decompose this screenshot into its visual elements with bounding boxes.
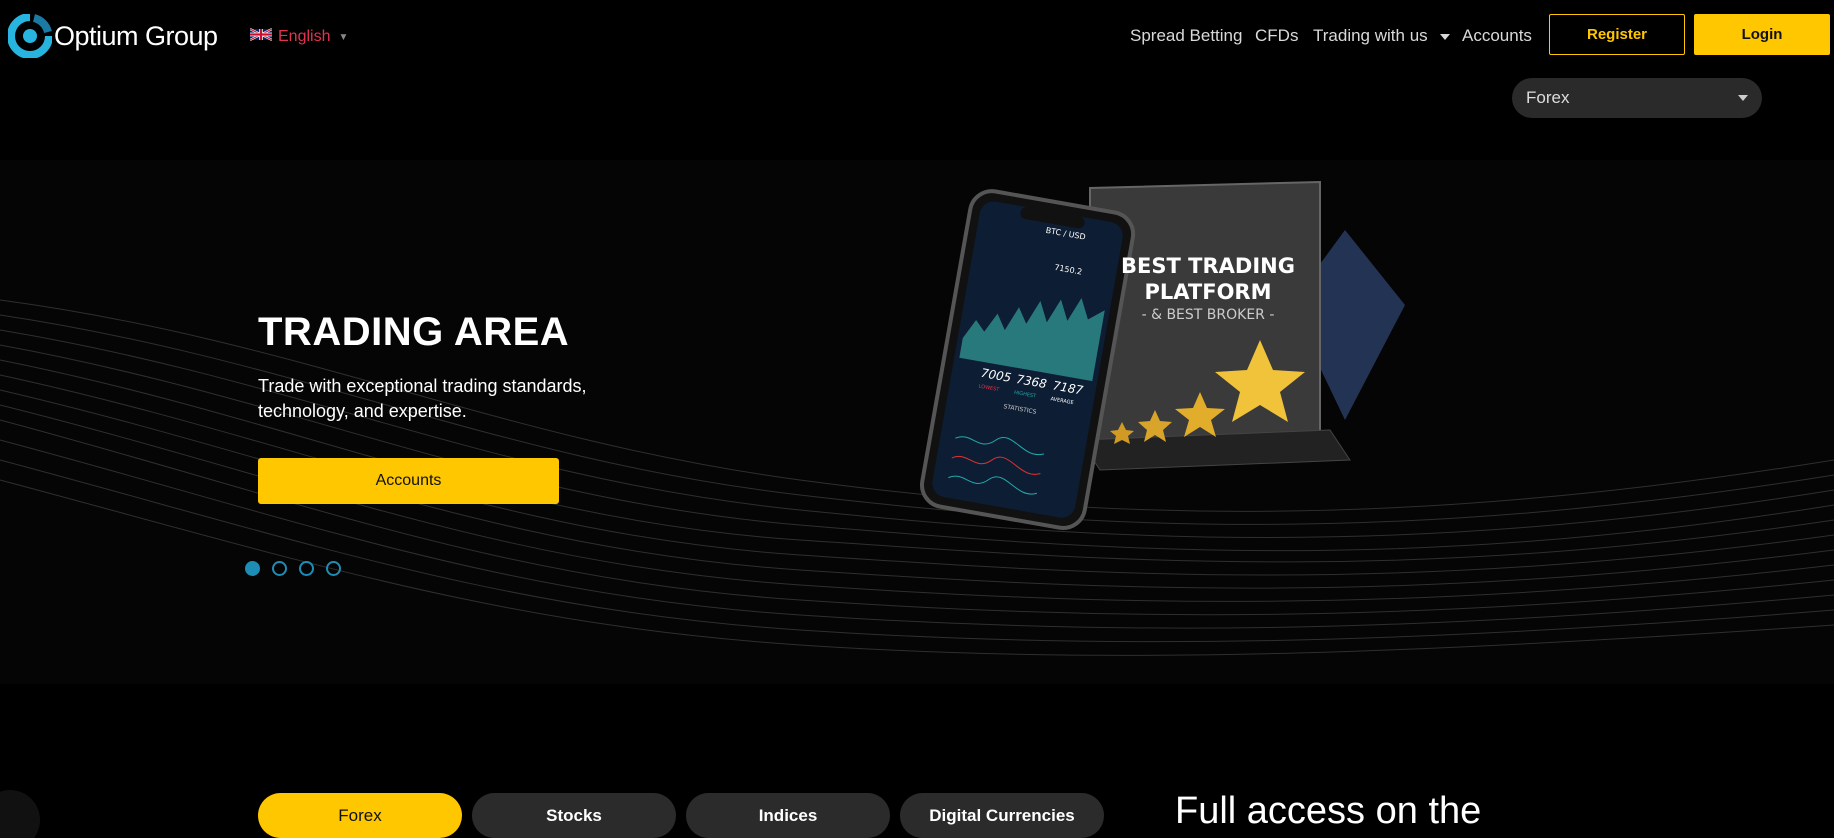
slider-dot[interactable] [245,561,260,576]
slider-dot[interactable] [326,561,341,576]
chat-widget-button[interactable] [0,790,40,838]
uk-flag-icon [249,27,273,47]
caret-down-icon: ▼ [338,31,349,43]
optium-logo-icon [7,13,53,59]
hero-title: TRADING AREA [258,310,570,354]
nav-trading-with-us[interactable]: Trading with us [1313,26,1451,46]
hero-slider: TRADING AREA Trade with exceptional trad… [0,160,1834,684]
nav-spread-betting[interactable]: Spread Betting [1130,26,1242,46]
tab-indices[interactable]: Indices [686,793,890,838]
nav-accounts[interactable]: Accounts [1462,26,1532,46]
tab-digital-currencies[interactable]: Digital Currencies [900,793,1104,838]
section-heading: Full access on the [1175,790,1482,832]
market-select[interactable]: Forex [1512,78,1762,118]
brand-name: Optium Group [54,20,218,51]
market-select-value: Forex [1526,88,1570,107]
register-button[interactable]: Register [1549,14,1685,55]
slider-dot[interactable] [272,561,287,576]
tab-forex[interactable]: Forex [258,793,462,838]
caret-down-icon [1738,95,1748,101]
hero-illustration: BTC / USD 7150.2 7005 7368 7187 LOWEST H… [919,180,1405,530]
hero-accounts-button[interactable]: Accounts [258,458,559,504]
award-line-3: - & BEST BROKER - [1142,307,1275,323]
brand-logo[interactable]: Optium Group [7,13,218,59]
tab-stocks[interactable]: Stocks [472,793,676,838]
language-selector[interactable]: English ▼ [249,27,349,47]
site-header: Optium Group English ▼ Spread Betting CF… [0,0,1834,80]
hero-subtitle: Trade with exceptional trading standards… [258,376,587,421]
award-line-2: PLATFORM [1145,280,1272,304]
award-line-1: BEST TRADING [1121,254,1295,278]
chevron-down-icon [1440,33,1451,40]
slider-dot[interactable] [299,561,314,576]
nav-trading-with-us-label: Trading with us [1313,26,1428,45]
nav-cfds[interactable]: CFDs [1255,26,1298,46]
language-label: English [278,28,331,45]
login-button[interactable]: Login [1694,14,1830,55]
slider-pagination [245,561,341,576]
